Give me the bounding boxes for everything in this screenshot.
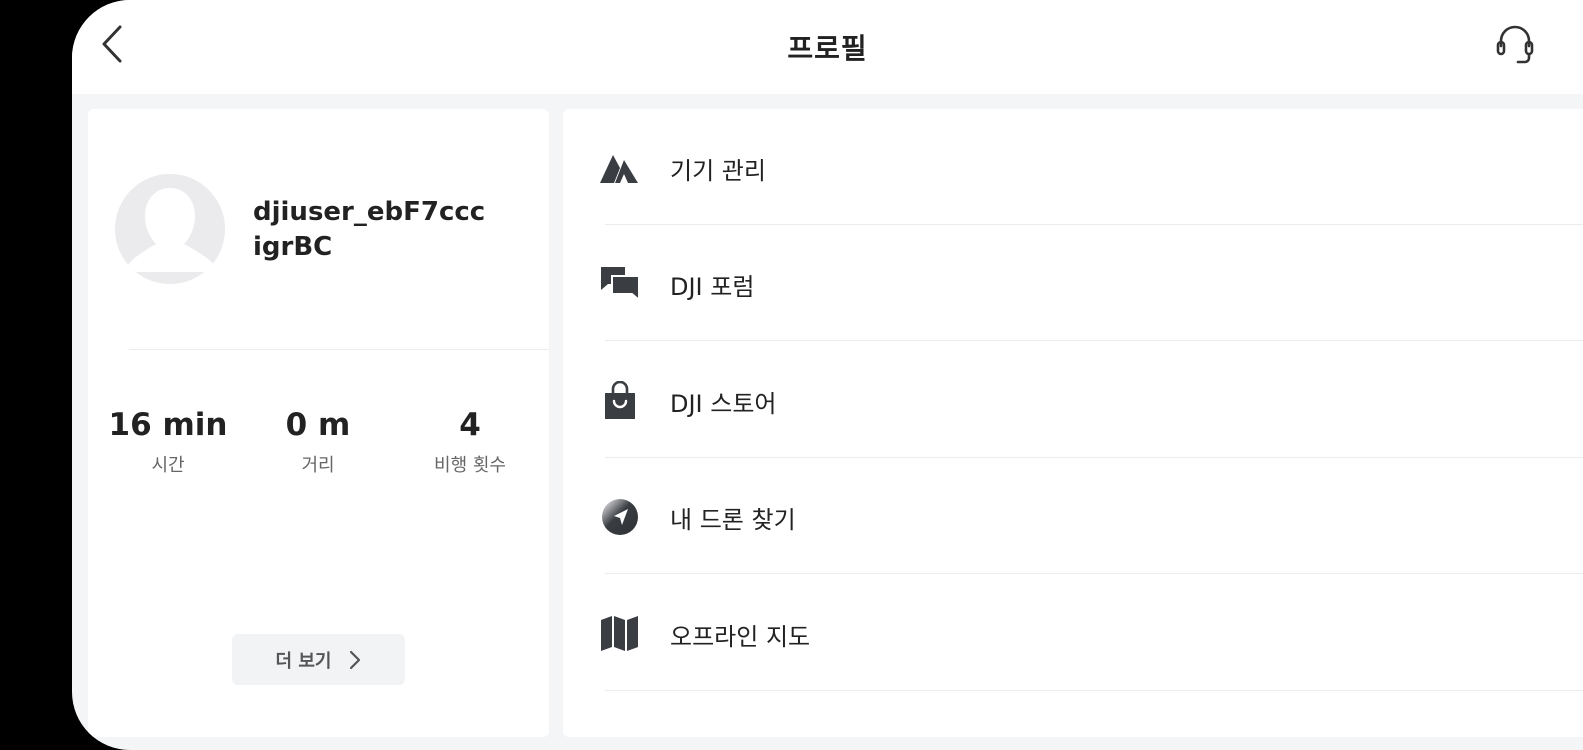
stat-distance: 0 m 거리: [238, 405, 398, 477]
stat-label: 비행 횟수: [434, 455, 506, 476]
avatar[interactable]: [115, 174, 225, 284]
menu-item-label: DJI 포럼: [670, 273, 755, 301]
headset-icon: [1495, 24, 1535, 70]
stat-flight-count: 4 비행 횟수: [390, 405, 550, 477]
top-bar: 프로필: [72, 0, 1583, 94]
menu-item-dji-store[interactable]: DJI 스토어: [563, 342, 1583, 458]
forum-icon: [599, 263, 641, 305]
menu-item-find-my-drone[interactable]: 내 드론 찾기: [563, 458, 1583, 574]
divider: [605, 340, 1583, 341]
map-icon: [599, 613, 641, 655]
stat-label: 거리: [301, 455, 335, 476]
store-bag-icon: [599, 380, 641, 422]
menu-item-offline-map[interactable]: 오프라인 지도: [563, 575, 1583, 691]
divider: [129, 349, 549, 350]
menu-item-label: 오프라인 지도: [670, 623, 811, 651]
stat-value: 4: [459, 407, 481, 443]
stat-value: 0 m: [285, 407, 351, 443]
profile-card: djiuser_ebF7cccigrBC 16 min 시간 0 m 거리 4 …: [88, 109, 549, 737]
menu-item-label: 기기 관리: [670, 157, 766, 185]
device-icon: [599, 147, 641, 189]
compass-icon: [599, 496, 641, 538]
stat-flight-time: 16 min 시간: [88, 405, 248, 477]
divider: [605, 573, 1583, 574]
menu-item-label: DJI 스토어: [670, 390, 777, 418]
chevron-right-icon: [349, 650, 361, 670]
more-button-label: 더 보기: [275, 650, 332, 672]
stat-label: 시간: [151, 455, 185, 476]
username: djiuser_ebF7cccigrBC: [253, 197, 486, 262]
menu-item-label: 내 드론 찾기: [670, 506, 796, 534]
divider: [605, 690, 1583, 691]
stat-value: 16 min: [108, 407, 228, 443]
page-title: 프로필: [787, 32, 868, 65]
menu-item-dji-forum[interactable]: DJI 포럼: [563, 225, 1583, 341]
app-screen: 프로필 djiuser_ebF7cccigrBC 16 min 시간 0 m 거…: [72, 0, 1583, 750]
user-silhouette-icon: [115, 174, 225, 284]
more-button[interactable]: 더 보기: [232, 634, 405, 685]
support-button[interactable]: [1491, 24, 1539, 70]
menu-card: 기기 관리 DJI 포럼 DJI 스토어 내 드론 찾기 오프라인 지도: [563, 109, 1583, 737]
menu-item-device-management[interactable]: 기기 관리: [563, 109, 1583, 225]
